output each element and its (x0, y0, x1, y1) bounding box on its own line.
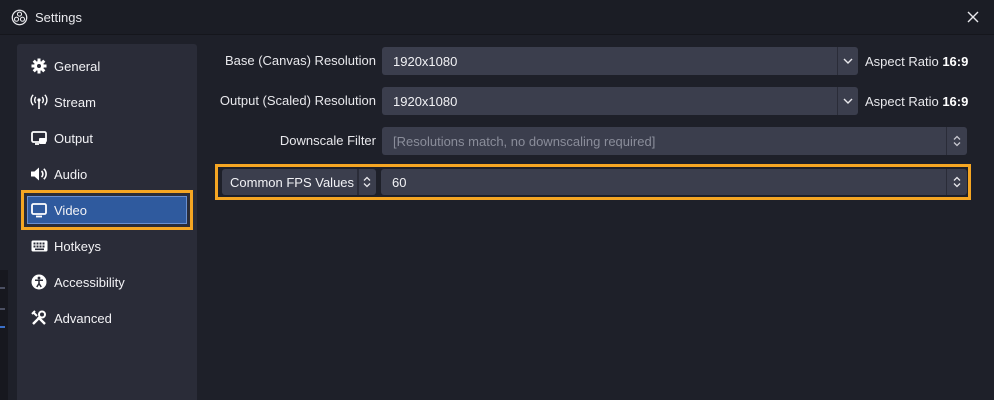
sidebar-item-label: Video (54, 202, 88, 218)
gear-icon (30, 57, 48, 75)
monitor-icon (30, 201, 48, 219)
selection-highlight (27, 196, 187, 224)
speaker-icon (30, 165, 48, 183)
obs-logo-icon (11, 9, 28, 26)
updown-arrows-icon[interactable] (358, 169, 376, 195)
fps-value: 60 (392, 175, 407, 190)
fps-type-combo[interactable]: Common FPS Values (222, 169, 376, 195)
aspect-ratio-label: Aspect Ratio (865, 54, 939, 69)
aspect-ratio-value: 16:9 (942, 54, 969, 69)
output-resolution-label: Output (Scaled) Resolution (219, 93, 376, 108)
fps-row-highlight: Common FPS Values 60 (215, 164, 971, 200)
chevron-down-icon[interactable] (838, 47, 858, 75)
updown-arrows-icon[interactable] (947, 127, 967, 155)
downscale-filter-combo[interactable]: [Resolutions match, no downscaling requi… (382, 127, 967, 155)
aspect-ratio-value: 16:9 (942, 94, 969, 109)
updown-arrows-icon[interactable] (947, 169, 967, 195)
sidebar-item-general[interactable]: General (24, 49, 190, 83)
sidebar-item-hotkeys[interactable]: Hotkeys (24, 229, 190, 263)
sidebar-item-accessibility[interactable]: Accessibility (24, 265, 190, 299)
fps-value-combo[interactable]: 60 (381, 169, 967, 195)
base-resolution-value: 1920x1080 (393, 54, 458, 69)
sidebar-item-label: Output (54, 130, 94, 146)
sidebar-item-label: Stream (54, 94, 96, 110)
accessibility-icon (30, 273, 48, 291)
title-bar: Settings (0, 0, 994, 35)
close-button[interactable] (960, 5, 986, 29)
downscale-filter-value: [Resolutions match, no downscaling requi… (393, 134, 656, 149)
chevron-down-icon[interactable] (838, 87, 858, 115)
sidebar-item-label: Advanced (54, 310, 112, 326)
downscale-filter-label: Downscale Filter (279, 133, 376, 148)
tools-icon (30, 309, 48, 327)
sidebar-item-video[interactable]: Video (21, 190, 193, 230)
base-resolution-combo[interactable]: 1920x1080 (382, 47, 858, 75)
base-resolution-label: Base (Canvas) Resolution (224, 53, 376, 68)
fps-type-value: Common FPS Values (230, 175, 355, 190)
output-resolution-combo[interactable]: 1920x1080 (382, 87, 858, 115)
sidebar-item-stream[interactable]: Stream (24, 85, 190, 119)
sidebar-item-advanced[interactable]: Advanced (24, 301, 190, 335)
output-resolution-value: 1920x1080 (393, 94, 458, 109)
close-icon (967, 11, 979, 23)
keyboard-icon (30, 237, 48, 255)
settings-sidebar: General Stream Output Audio Video Hotkey… (17, 44, 197, 400)
sidebar-item-audio[interactable]: Audio (24, 157, 190, 191)
base-aspect-ratio: Aspect Ratio 16:9 (865, 54, 968, 69)
output-aspect-ratio: Aspect Ratio 16:9 (865, 94, 968, 109)
sidebar-item-output[interactable]: Output (24, 121, 190, 155)
sidebar-item-label: General (54, 58, 101, 74)
sidebar-item-label: Audio (54, 166, 88, 182)
broadcast-icon (30, 93, 48, 111)
sidebar-item-label: Accessibility (54, 274, 125, 290)
output-icon (30, 129, 48, 147)
sidebar-item-label: Hotkeys (54, 238, 101, 254)
window-title: Settings (35, 10, 82, 25)
background-window-edge (0, 270, 8, 400)
aspect-ratio-label: Aspect Ratio (865, 94, 939, 109)
